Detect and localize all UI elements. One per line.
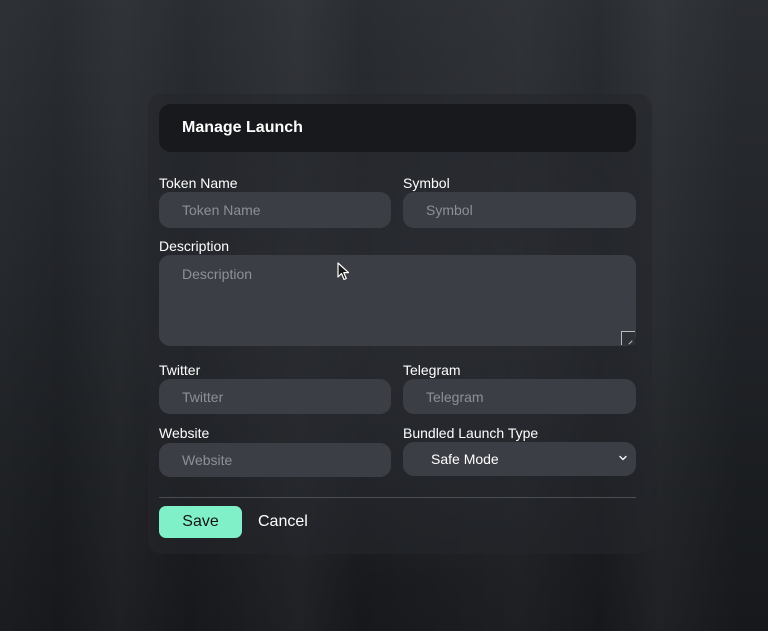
save-button[interactable]: Save xyxy=(159,506,242,538)
bundled-launch-type-value: Safe Mode xyxy=(431,451,499,467)
bundled-launch-type-label: Bundled Launch Type xyxy=(403,425,539,441)
cancel-button[interactable]: Cancel xyxy=(258,506,308,538)
dialog-header: Manage Launch xyxy=(159,104,636,152)
resize-handle-icon[interactable] xyxy=(621,331,635,345)
website-label: Website xyxy=(159,425,210,441)
chevron-down-icon xyxy=(619,455,627,461)
symbol-label: Symbol xyxy=(403,175,450,191)
symbol-input[interactable] xyxy=(403,192,636,228)
description-textarea[interactable] xyxy=(159,255,636,346)
token-name-label: Token Name xyxy=(159,175,238,191)
telegram-label: Telegram xyxy=(403,362,461,378)
bundled-launch-type-select[interactable]: Safe Mode xyxy=(403,442,636,476)
cursor-icon xyxy=(337,262,350,281)
twitter-input[interactable] xyxy=(159,379,391,414)
telegram-input[interactable] xyxy=(403,379,636,414)
dialog-title: Manage Launch xyxy=(182,119,303,136)
twitter-label: Twitter xyxy=(159,362,201,378)
token-name-input[interactable] xyxy=(159,192,391,228)
description-label: Description xyxy=(159,238,230,254)
website-input[interactable] xyxy=(159,443,391,477)
form-divider xyxy=(159,497,636,498)
